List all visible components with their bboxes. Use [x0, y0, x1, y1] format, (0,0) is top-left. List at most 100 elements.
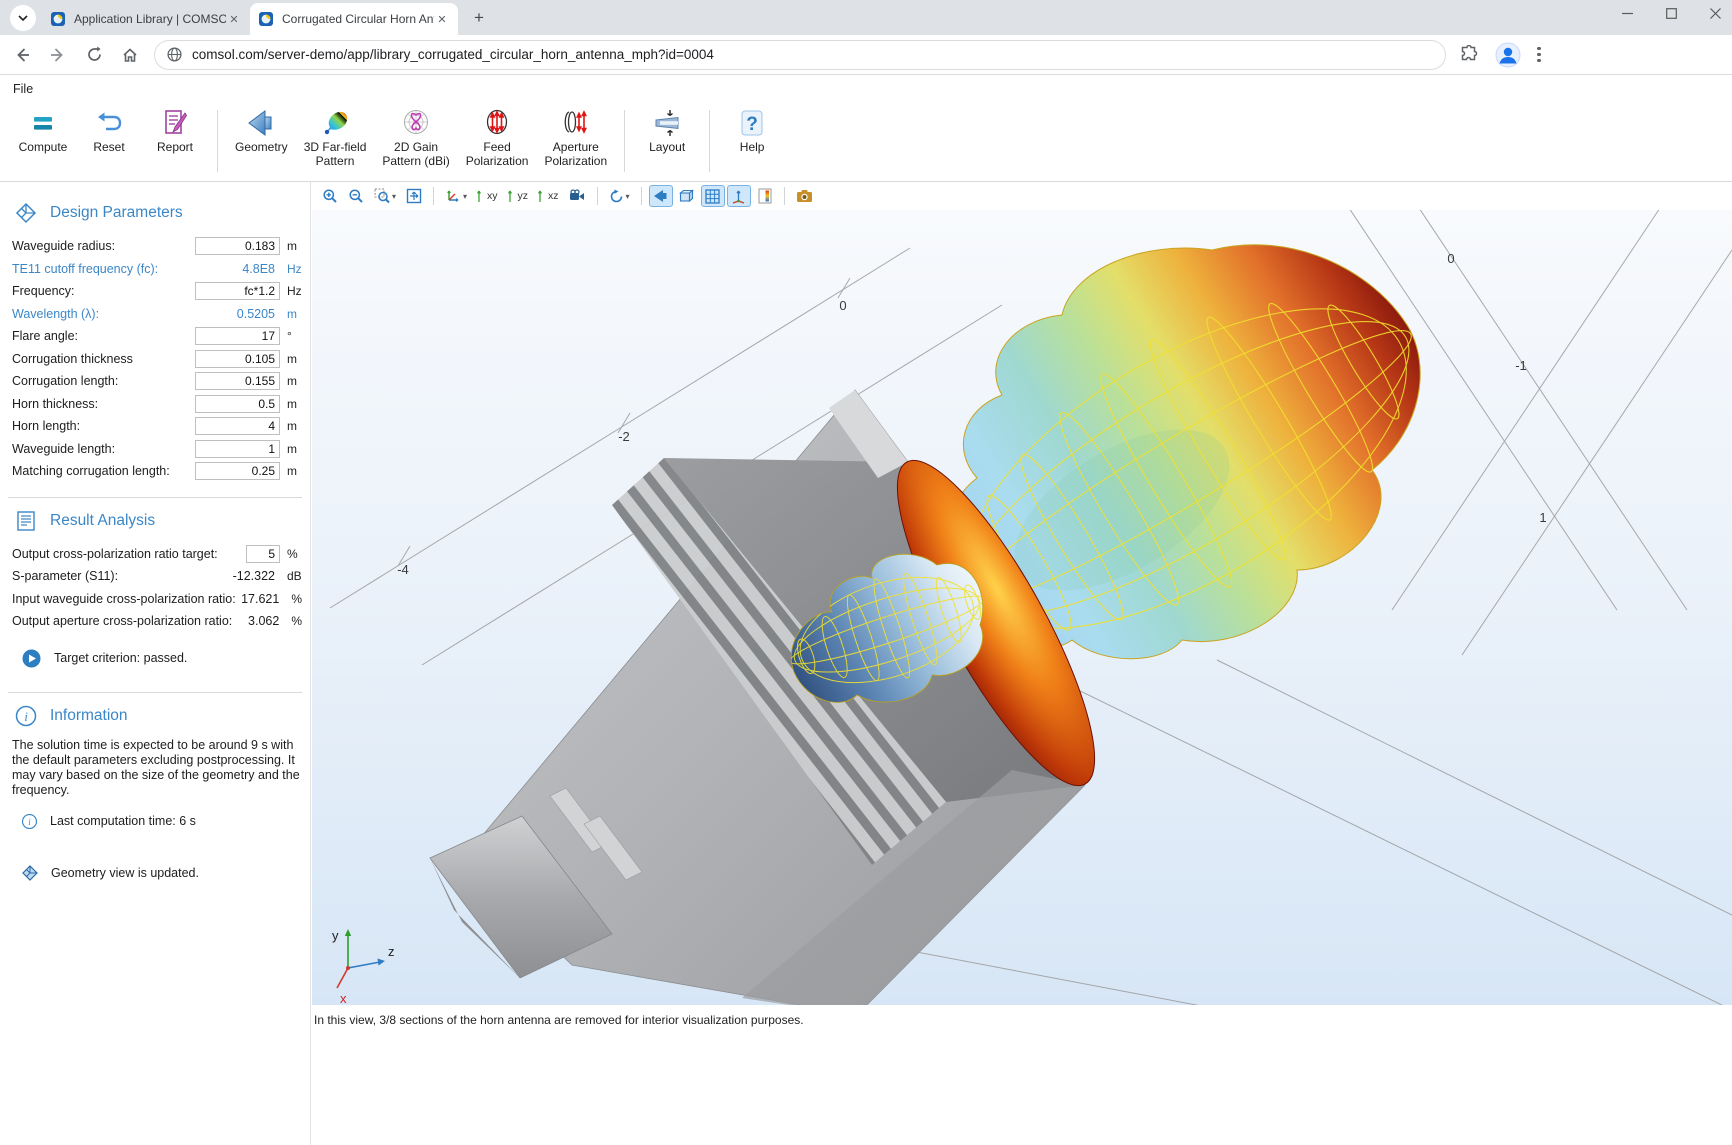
target-criterion-status: Target criterion: passed.	[22, 649, 302, 668]
snapshot-button[interactable]	[792, 185, 817, 207]
scene-light-icon	[569, 189, 586, 204]
transparency-button[interactable]	[675, 185, 699, 207]
result-analysis-icon	[14, 509, 38, 533]
result-row: Output cross-polarization ratio target:%	[12, 543, 302, 566]
tab-strip: Application Library | COMSOL S ✕ Corruga…	[0, 0, 1732, 35]
gain-pattern-2d-button[interactable]: 2D GainPattern (dBi)	[374, 106, 457, 176]
minimize-button[interactable]	[1618, 4, 1636, 22]
default-view-button[interactable]: ▾	[441, 185, 471, 207]
site-info-icon[interactable]	[167, 47, 182, 62]
rotate-view-button[interactable]: ▾	[605, 185, 634, 207]
reload-button[interactable]	[80, 41, 108, 69]
svg-text:i: i	[24, 709, 28, 724]
section-title: Result Analysis	[50, 512, 155, 530]
tab-search-button[interactable]	[10, 5, 36, 31]
last-computation-status: i Last computation time: 6 s	[22, 814, 302, 829]
dropdown-arrow-icon[interactable]: ▾	[463, 192, 467, 201]
browser-window: Application Library | COMSOL S ✕ Corruga…	[0, 0, 1732, 1145]
new-tab-button[interactable]: +	[466, 5, 492, 31]
help-button[interactable]: ? Help	[719, 106, 785, 176]
flare-angle-input[interactable]	[195, 327, 280, 345]
zoom-box-button[interactable]: ▾	[370, 185, 400, 207]
horn-length-input[interactable]	[195, 417, 280, 435]
dropdown-arrow-icon[interactable]: ▾	[626, 192, 630, 201]
tab-close-icon[interactable]: ✕	[434, 11, 450, 27]
tab-corrugated-horn[interactable]: Corrugated Circular Horn Anten ✕	[250, 3, 458, 35]
param-row: Waveguide length:m	[12, 438, 302, 461]
zoom-out-button[interactable]	[344, 185, 368, 207]
feed-polarization-button[interactable]: FeedPolarization	[458, 106, 537, 176]
param-row: TE11 cutoff frequency (fc):4.8E8Hz	[12, 258, 302, 281]
triad-y-label: y	[332, 928, 339, 943]
param-row: Corrugation length:m	[12, 370, 302, 393]
design-parameters-icon	[14, 201, 38, 225]
aperture-polarization-button[interactable]: AperturePolarization	[536, 106, 615, 176]
profile-avatar-icon[interactable]	[1495, 42, 1521, 68]
close-button[interactable]	[1706, 4, 1724, 22]
matching-corrugation-length-input[interactable]	[195, 462, 280, 480]
horn-thickness-input[interactable]	[195, 395, 280, 413]
reset-button[interactable]: Reset	[76, 106, 142, 176]
frequency-input[interactable]	[195, 282, 280, 300]
view-yz-button[interactable]: yz	[504, 185, 533, 207]
section-title: Design Parameters	[50, 204, 183, 222]
grid-button[interactable]	[701, 185, 725, 207]
feed-polarization-icon	[480, 106, 514, 140]
axes-triad-icon	[731, 189, 746, 204]
info-circle-icon: i	[22, 814, 37, 829]
model-3d-canvas[interactable]: 0 -2 -4 0 -1 1	[312, 210, 1732, 1005]
param-row: Frequency:Hz	[12, 280, 302, 303]
file-menu[interactable]: File	[13, 82, 33, 96]
report-button[interactable]: Report	[142, 106, 208, 176]
view-caption: In this view, 3/8 sections of the horn a…	[312, 1005, 1732, 1035]
triad-x-label: x	[340, 991, 347, 1005]
s11-value: -12.322	[195, 569, 280, 583]
graphics-toolbar: ▾ ▾ xy yz xz ▾	[312, 182, 1732, 210]
geometry-horn-toggle-button[interactable]	[649, 185, 673, 207]
graphics-area: ▾ ▾ xy yz xz ▾	[312, 182, 1732, 1145]
waveguide-length-input[interactable]	[195, 440, 280, 458]
zoom-in-button[interactable]	[318, 185, 342, 207]
corrugation-length-input[interactable]	[195, 372, 280, 390]
corrugation-thickness-input[interactable]	[195, 350, 280, 368]
forward-button[interactable]	[44, 41, 72, 69]
extensions-icon[interactable]	[1460, 45, 1479, 64]
param-row: Wavelength (λ):0.5205m	[12, 303, 302, 326]
section-title: Information	[50, 707, 128, 725]
compute-icon	[26, 106, 60, 140]
play-status-icon	[22, 649, 41, 668]
chevron-down-icon	[18, 15, 28, 21]
url-bar[interactable]: comsol.com/server-demo/app/library_corru…	[154, 40, 1446, 70]
far-field-3d-button[interactable]: 3D Far-fieldPattern	[296, 106, 375, 176]
reset-icon	[92, 106, 126, 140]
axes-triad-button[interactable]	[727, 185, 751, 207]
back-button[interactable]	[8, 41, 36, 69]
grid-icon	[705, 189, 720, 204]
solution-time-note: The solution time is expected to be arou…	[12, 738, 300, 798]
geometry-updated-status: Geometry view is updated.	[22, 865, 302, 881]
zoom-extents-icon	[406, 188, 422, 204]
tab-application-library[interactable]: Application Library | COMSOL S ✕	[42, 3, 250, 35]
layout-button[interactable]: Layout	[634, 106, 700, 176]
report-icon	[158, 106, 192, 140]
geometry-button[interactable]: Geometry	[227, 106, 296, 176]
view-xz-button[interactable]: xz	[534, 185, 563, 207]
information-icon: i	[14, 704, 38, 728]
result-row: Output aperture cross-polarization ratio…	[12, 610, 302, 633]
default-3d-view-icon	[445, 188, 461, 204]
view-xy-button[interactable]: xy	[473, 185, 502, 207]
tab-close-icon[interactable]: ✕	[226, 11, 242, 27]
maximize-button[interactable]	[1662, 4, 1680, 22]
result-row: Input waveguide cross-polarization ratio…	[12, 588, 302, 611]
url-text: comsol.com/server-demo/app/library_corru…	[192, 47, 714, 62]
color-legend-button[interactable]	[753, 185, 777, 207]
zoom-extents-button[interactable]	[402, 185, 426, 207]
browser-menu-icon[interactable]	[1537, 47, 1541, 63]
waveguide-radius-input[interactable]	[195, 237, 280, 255]
axis-arrow-icon	[508, 189, 517, 203]
home-button[interactable]	[116, 41, 144, 69]
cross-pol-target-input[interactable]	[246, 545, 280, 563]
scene-light-button[interactable]	[565, 185, 590, 207]
compute-button[interactable]: Compute	[10, 106, 76, 176]
dropdown-arrow-icon[interactable]: ▾	[392, 192, 396, 201]
